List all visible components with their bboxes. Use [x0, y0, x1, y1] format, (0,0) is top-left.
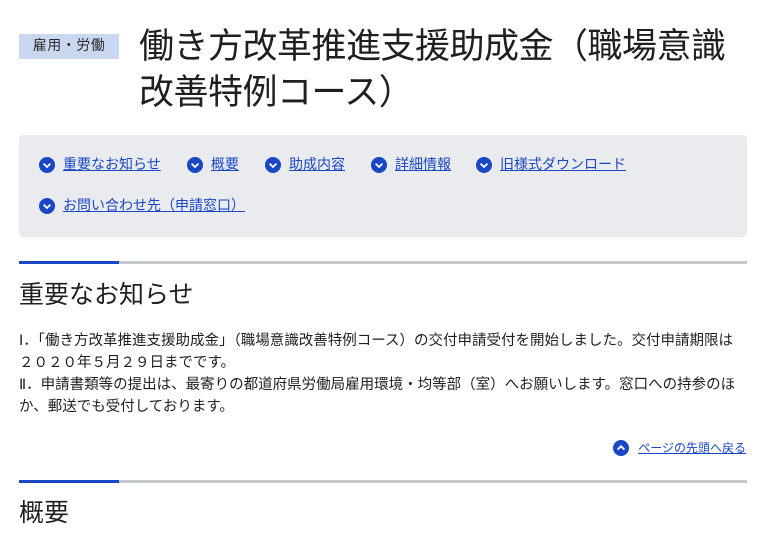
nav-item-details[interactable]: 詳細情報 [371, 155, 451, 175]
notice-paragraph: Ⅰ．「働き方改革推進支援助成金」（職場意識改善特例コース）の交付申請受付を開始し… [19, 333, 734, 371]
section-heading-important-notice: 重要なお知らせ [19, 280, 194, 309]
chevron-down-circle-icon [39, 198, 55, 214]
section-divider [19, 261, 747, 264]
page-title: 働き方改革推進支援助成金（職場意識改善特例コース） [139, 27, 726, 113]
section-divider [19, 480, 747, 483]
nav-item-label: 重要なお知らせ [63, 157, 161, 173]
notice-paragraph: Ⅱ．申請書類等の提出は、最寄りの都道府県労働局雇用環境・均等部（室）へお願いしま… [19, 377, 736, 415]
chevron-down-circle-icon [39, 157, 55, 173]
nav-item-label: 旧様式ダウンロード [500, 157, 626, 173]
section-divider-accent [19, 480, 119, 483]
category-tag: 雇用・労働 [19, 34, 119, 59]
in-page-nav: 重要なお知らせ 概要 助成内容 詳細情報 旧様式ダウンロード お問い合わせ先（申… [19, 135, 747, 237]
chevron-down-circle-icon [265, 157, 281, 173]
back-to-top-label: ページの先頭へ戻る [638, 441, 746, 455]
nav-item-subsidy-content[interactable]: 助成内容 [265, 155, 345, 175]
important-notice-body: Ⅰ．「働き方改革推進支援助成金」（職場意識改善特例コース）の交付申請受付を開始し… [19, 330, 747, 418]
chevron-down-circle-icon [187, 157, 203, 173]
section-divider-accent [19, 261, 119, 264]
nav-item-label: 概要 [211, 157, 239, 173]
nav-item-label: お問い合わせ先（申請窓口） [63, 198, 245, 214]
nav-item-important-notice[interactable]: 重要なお知らせ [39, 155, 161, 175]
back-to-top-link[interactable]: ページの先頭へ戻る [613, 438, 746, 458]
chevron-down-circle-icon [371, 157, 387, 173]
nav-item-label: 助成内容 [289, 157, 345, 173]
nav-item-contact[interactable]: お問い合わせ先（申請窓口） [39, 196, 245, 216]
chevron-up-circle-icon [613, 440, 630, 456]
chevron-down-circle-icon [476, 157, 492, 173]
page: 雇用・労働 働き方改革推進支援助成金（職場意識改善特例コース） 重要なお知らせ … [0, 0, 775, 534]
nav-item-label: 詳細情報 [395, 157, 451, 173]
section-heading-overview: 概要 [19, 498, 70, 527]
nav-item-overview[interactable]: 概要 [187, 155, 239, 175]
nav-item-old-forms-download[interactable]: 旧様式ダウンロード [476, 155, 626, 175]
